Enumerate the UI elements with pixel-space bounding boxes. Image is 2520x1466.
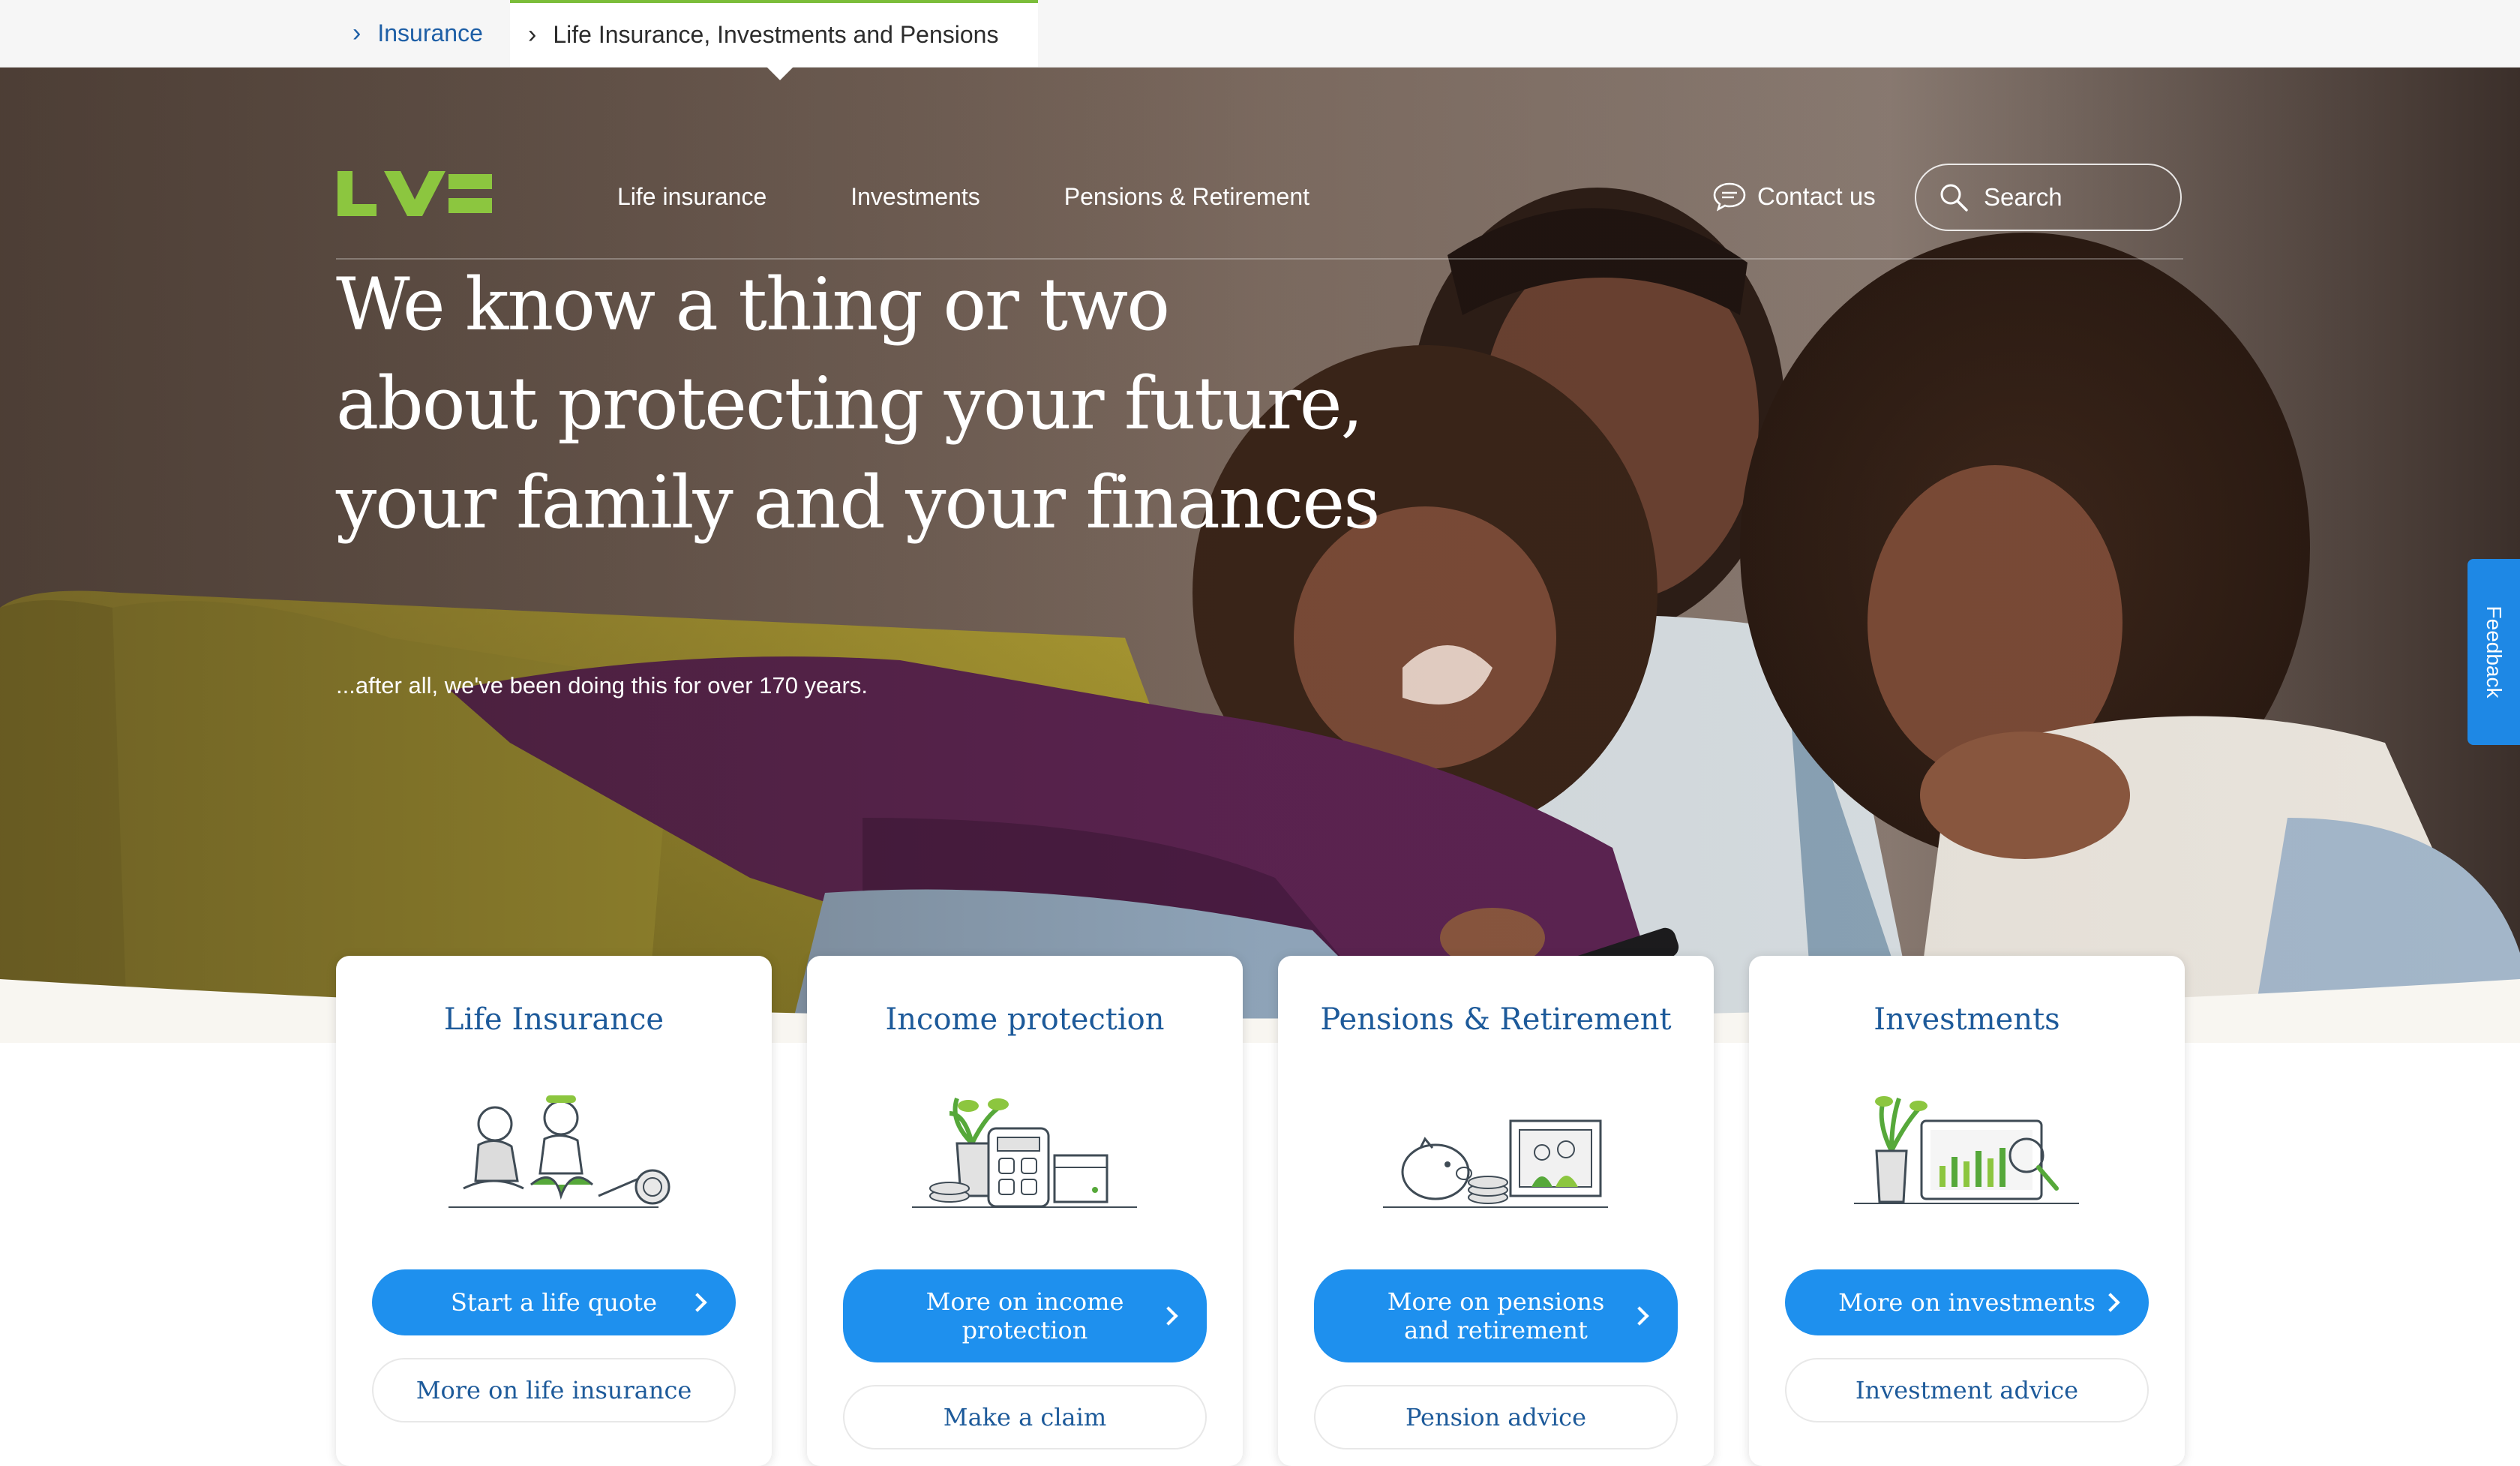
card-title[interactable]: Life Insurance [336, 1002, 772, 1037]
hero-headline: We know a thing or two about protecting … [336, 255, 1461, 552]
piggy-bank-photo-illustration [1383, 1119, 1608, 1208]
product-card-income-protection: Income protection More on income protect… [807, 956, 1243, 1466]
chevron-right-icon: › [528, 20, 537, 49]
feedback-tab[interactable]: Feedback [2468, 559, 2520, 745]
hero-headline-line: about protecting your future, [336, 362, 1364, 446]
breadcrumb: › Insurance › Life Insurance, Investment… [0, 0, 2520, 68]
pension-advice-button[interactable]: Pension advice [1314, 1385, 1678, 1449]
more-on-pensions-retirement-button[interactable]: More on pensions and retirement [1314, 1269, 1678, 1362]
chevron-right-icon [2101, 1293, 2120, 1312]
more-on-investments-button[interactable]: More on investments [1785, 1269, 2149, 1335]
breadcrumb-item-insurance[interactable]: › Insurance [352, 0, 483, 67]
laptop-chart-illustration [1854, 1096, 2079, 1204]
hero-headline-line: your family and your finances [336, 461, 1380, 545]
main-nav: Life insurance Investments Pensions & Re… [336, 135, 2183, 260]
card-title[interactable]: Income protection [807, 1002, 1243, 1037]
breadcrumb-pointer [766, 67, 794, 80]
feedback-label[interactable]: Feedback [2482, 606, 2506, 698]
button-label[interactable]: More on pensions and retirement [1366, 1287, 1625, 1344]
contact-us-label[interactable]: Contact us [1757, 182, 1876, 211]
button-label[interactable]: Start a life quote [451, 1288, 657, 1317]
button-label[interactable]: More on income protection [896, 1287, 1154, 1344]
card-title[interactable]: Pensions & Retirement [1278, 1002, 1714, 1037]
search-placeholder: Search [1984, 183, 2062, 211]
make-a-claim-button[interactable]: Make a claim [843, 1385, 1207, 1449]
chevron-right-icon [1630, 1306, 1649, 1326]
button-label[interactable]: Pension advice [1406, 1403, 1586, 1431]
more-on-life-insurance-button[interactable]: More on life insurance [372, 1358, 736, 1422]
search-icon [1940, 184, 1968, 212]
chat-bubble-icon [1713, 182, 1746, 212]
hero-headline-line: We know a thing or two [336, 263, 1170, 347]
product-card-investments: Investments More on investments Investme… [1749, 956, 2185, 1466]
product-card-pensions-retirement: Pensions & Retirement More on pensions a… [1278, 956, 1714, 1466]
chevron-right-icon [688, 1293, 707, 1312]
button-label[interactable]: More on investments [1838, 1288, 2096, 1317]
button-label[interactable]: Investment advice [1856, 1376, 2078, 1404]
card-title[interactable]: Investments [1749, 1002, 2185, 1037]
nav-links: Life insurance Investments Pensions & Re… [617, 135, 1394, 258]
search-input[interactable]: Search [1915, 164, 2182, 231]
start-life-quote-button[interactable]: Start a life quote [372, 1269, 736, 1335]
investment-advice-button[interactable]: Investment advice [1785, 1358, 2149, 1422]
chevron-right-icon: › [352, 19, 362, 47]
hero-subline: ...after all, we've been doing this for … [336, 672, 868, 698]
breadcrumb-label: Life Insurance, Investments and Pensions [553, 21, 999, 48]
chevron-right-icon [1159, 1306, 1178, 1326]
hero-section: Life insurance Investments Pensions & Re… [0, 68, 2520, 1043]
calculator-coins-illustration [912, 1098, 1137, 1208]
button-label[interactable]: More on life insurance [416, 1376, 692, 1404]
breadcrumb-item-current: › Life Insurance, Investments and Pensio… [510, 0, 1038, 67]
product-card-life-insurance: Life Insurance Start a life quote More o… [336, 956, 772, 1466]
more-on-income-protection-button[interactable]: More on income protection [843, 1269, 1207, 1362]
people-yoga-illustration [448, 1095, 670, 1208]
nav-link-pensions-retirement[interactable]: Pensions & Retirement [1064, 183, 1310, 211]
button-label[interactable]: Make a claim [944, 1403, 1106, 1431]
nav-link-investments[interactable]: Investments [850, 183, 980, 211]
lv-logo[interactable] [338, 171, 492, 216]
nav-link-life-insurance[interactable]: Life insurance [617, 183, 766, 211]
contact-us-link[interactable]: Contact us [1712, 135, 1876, 258]
breadcrumb-label[interactable]: Insurance [377, 20, 483, 47]
